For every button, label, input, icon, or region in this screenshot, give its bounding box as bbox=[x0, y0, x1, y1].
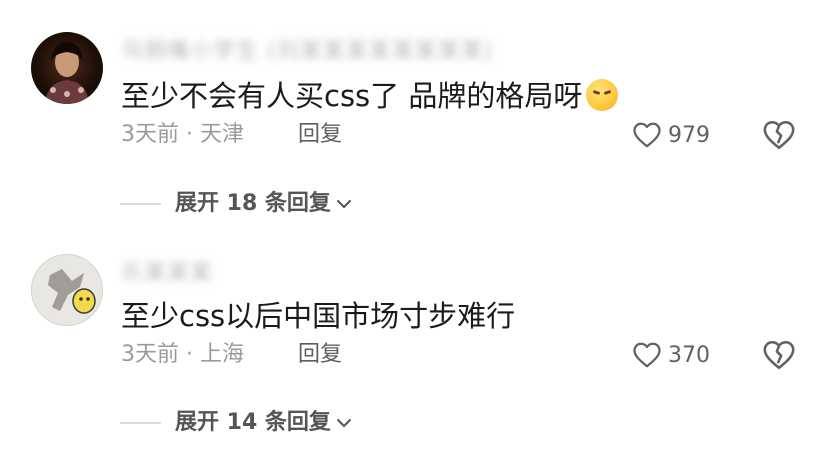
heart-icon bbox=[633, 122, 661, 148]
meta-separator: · bbox=[179, 122, 200, 147]
comment-meta: 3天前 · 上海 bbox=[121, 340, 244, 370]
comment-location: 天津 bbox=[199, 122, 244, 147]
user-avatar[interactable] bbox=[31, 254, 103, 326]
dislike-button[interactable] bbox=[762, 118, 796, 152]
comment-text: 至少css以后中国市场寸步难行 bbox=[121, 299, 516, 333]
expand-replies-label: 展开 14 条回复 bbox=[175, 410, 331, 435]
like-count: 979 bbox=[668, 122, 710, 148]
chevron-down-icon bbox=[336, 200, 351, 208]
like-button[interactable]: 370 bbox=[632, 338, 710, 372]
user-avatar[interactable] bbox=[31, 32, 103, 104]
username[interactable]: 乌鸦嘴小学生 (刘某某某某某某某某) bbox=[121, 33, 493, 64]
like-count: 370 bbox=[668, 342, 710, 368]
like-button[interactable]: 979 bbox=[632, 118, 710, 152]
comment-meta: 3天前 · 天津 bbox=[121, 120, 244, 150]
anxious-sweat-emoji-icon bbox=[586, 79, 619, 111]
expand-replies-button[interactable]: 展开 14 条回复 bbox=[175, 408, 353, 438]
comment-text: 至少不会有人买css了 品牌的格局呀 bbox=[121, 76, 619, 116]
divider-line bbox=[120, 422, 161, 424]
meta-separator: · bbox=[179, 342, 200, 367]
comment-text-content: 至少不会有人买css了 品牌的格局呀 bbox=[121, 79, 583, 113]
username[interactable]: 乐某某某 bbox=[121, 255, 213, 286]
dislike-button[interactable] bbox=[762, 338, 796, 372]
expand-replies-button[interactable]: 展开 18 条回复 bbox=[175, 189, 353, 219]
avatar-image bbox=[45, 42, 89, 104]
comment-time: 3天前 bbox=[121, 342, 179, 367]
comment-location: 上海 bbox=[199, 342, 244, 367]
divider-line bbox=[120, 203, 161, 205]
chevron-down-icon bbox=[336, 419, 351, 427]
comment-time: 3天前 bbox=[121, 122, 179, 147]
reply-button[interactable]: 回复 bbox=[298, 340, 342, 370]
broken-heart-icon bbox=[763, 120, 795, 150]
expand-replies-label: 展开 18 条回复 bbox=[175, 191, 331, 216]
reply-button[interactable]: 回复 bbox=[298, 120, 342, 150]
avatar-image bbox=[48, 269, 96, 314]
broken-heart-icon bbox=[763, 340, 795, 370]
heart-icon bbox=[633, 342, 661, 368]
